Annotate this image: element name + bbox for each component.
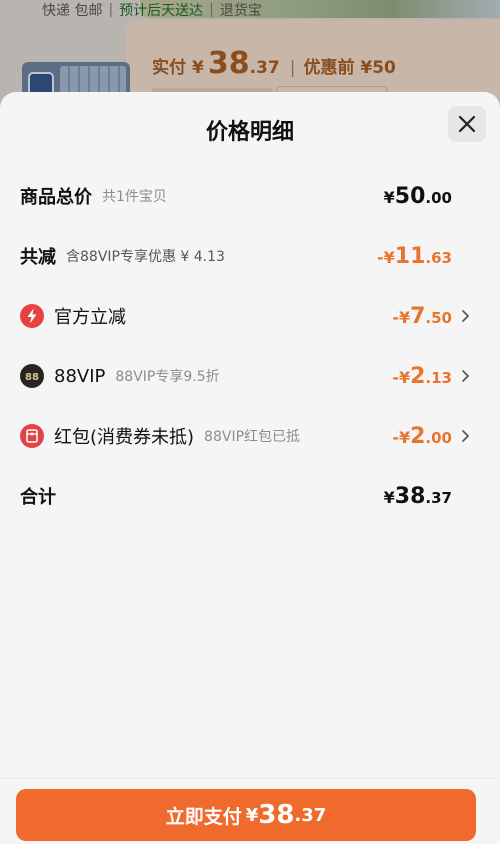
red-packet-label: 红包(消费券未抵) (54, 427, 195, 448)
price-before-discount: 优惠前 ¥50 (303, 58, 396, 78)
sum-label: 合计 (20, 487, 56, 508)
paid-price-integer: 38 (207, 46, 250, 81)
88vip-discount-amount: -¥ 2 .13 (392, 363, 452, 389)
88vip-label: 88VIP (54, 365, 106, 387)
total-reduction-amount: -¥ 11 .63 (377, 243, 452, 269)
chevron-right-icon (462, 310, 469, 322)
shipping-free-text: 快递 包邮 (42, 3, 103, 19)
svg-text:88: 88 (25, 372, 39, 383)
pay-now-label: 立即支付 (165, 805, 242, 828)
official-discount-label: 官方立减 (54, 307, 126, 328)
red-packet-note: 88VIP红包已抵 (204, 429, 301, 445)
vip-discount-note: 含88VIP专享优惠 ¥ 4.13 (66, 249, 225, 265)
row-sum: 合计 ¥ 38 .37 (20, 478, 472, 514)
goods-total-amount: ¥ 50 .00 (383, 183, 452, 209)
paid-label: 实付 (152, 58, 186, 78)
88vip-icon: 88 (20, 364, 44, 388)
row-88vip-discount[interactable]: 88 88VIP 88VIP专享9.5折 -¥ 2 .13 (20, 358, 472, 394)
row-red-packet[interactable]: 红包(消费券未抵) 88VIP红包已抵 -¥ 2 .00 (20, 418, 472, 454)
pay-now-button[interactable]: 立即支付 ¥ 38 .37 (16, 789, 476, 841)
row-total-reduction: 共减 含88VIP专享优惠 ¥ 4.13 -¥ 11 .63 (20, 238, 472, 274)
row-official-discount[interactable]: 官方立减 -¥ 7 .50 (20, 298, 472, 334)
sheet-title: 价格明细 (205, 120, 294, 145)
chevron-right-icon (462, 370, 469, 382)
goods-count: 共1件宝贝 (102, 189, 167, 205)
close-button[interactable] (448, 106, 486, 142)
88vip-note: 88VIP专享9.5折 (115, 369, 220, 385)
total-reduction-label: 共减 (20, 247, 56, 268)
shipping-info: 快递 包邮 | 预计后天送达 | 退货宝 (42, 2, 262, 19)
pay-amount-decimal: .37 (294, 804, 327, 826)
goods-total-label: 商品总价 (20, 187, 92, 208)
sum-amount: ¥ 38 .37 (383, 483, 452, 509)
row-goods-total: 商品总价 共1件宝贝 ¥ 50 .00 (20, 178, 472, 214)
background-price: 实付 ¥ 38 .37 | 优惠前 ¥50 (152, 46, 396, 81)
delivery-estimate-text: 预计后天送达 (119, 3, 204, 19)
chevron-right-icon (462, 430, 469, 442)
red-packet-icon (20, 424, 44, 448)
return-insurance-text: 退货宝 (219, 3, 262, 19)
price-detail-sheet: 价格明细 商品总价 共1件宝贝 ¥ 50 .00 共减 含88VIP专享优惠 ¥… (0, 92, 500, 844)
paid-price-decimal: .37 (249, 58, 280, 78)
pay-amount-integer: 38 (258, 800, 295, 830)
close-icon (458, 115, 476, 133)
lightning-icon (20, 304, 44, 328)
official-discount-amount: -¥ 7 .50 (392, 303, 452, 329)
sheet-footer: 立即支付 ¥ 38 .37 (0, 778, 500, 844)
red-packet-amount: -¥ 2 .00 (392, 423, 452, 449)
